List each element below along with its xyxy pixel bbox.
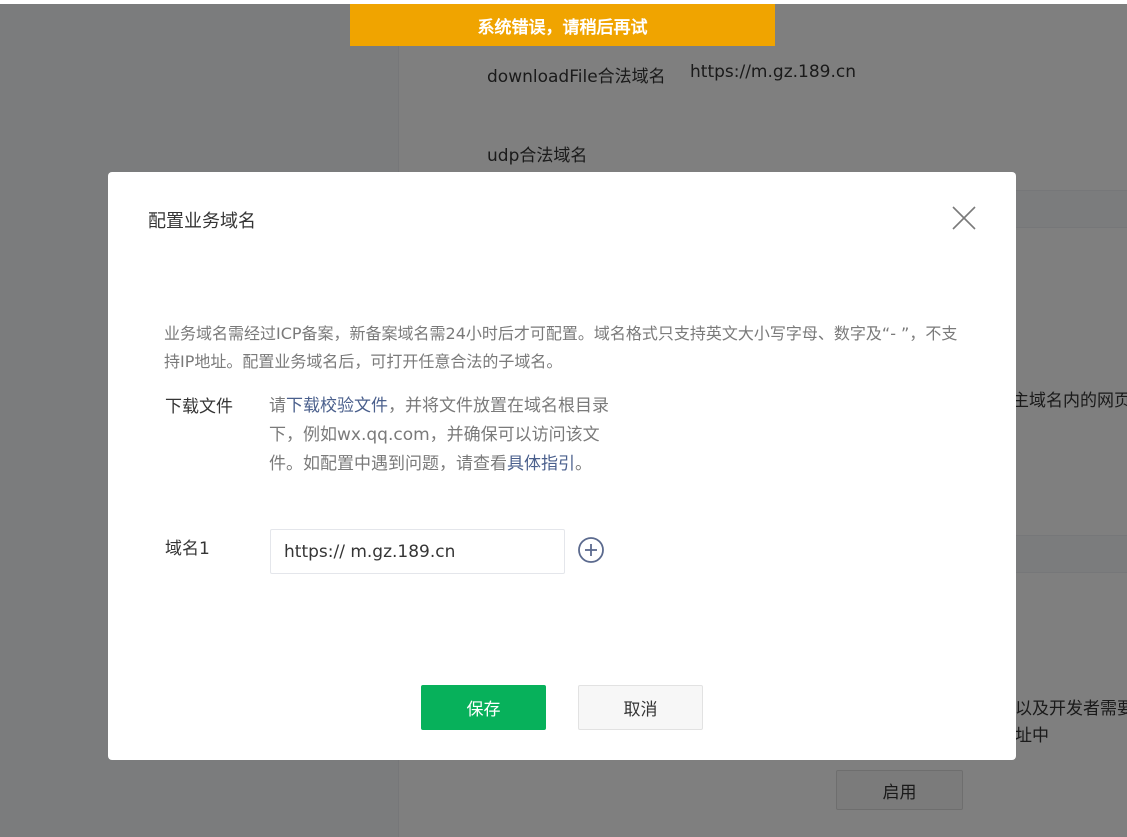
configure-domain-dialog: 配置业务域名 业务域名需经过ICP备案，新备案域名需24小时后才可配置。域名格式… [108, 172, 1016, 760]
add-domain-button[interactable] [577, 536, 605, 564]
download-prefix: 请 [269, 396, 286, 416]
plus-circle-icon [578, 537, 604, 563]
error-toast: 系统错误，请稍后再试 [350, 4, 775, 46]
save-button[interactable]: 保存 [421, 685, 546, 730]
download-verification-file-link[interactable]: 下载校验文件 [286, 396, 388, 416]
cancel-button[interactable]: 取消 [578, 685, 703, 730]
domain-1-input[interactable] [270, 529, 565, 574]
domain-notice: 业务域名需经过ICP备案，新备案域名需24小时后才可配置。域名格式只支持英文大小… [164, 324, 958, 371]
download-suffix: 。 [575, 454, 592, 474]
guide-link[interactable]: 具体指引 [507, 454, 575, 474]
dialog-title: 配置业务域名 [148, 211, 256, 232]
download-description: 请下载校验文件，并将文件放置在域名根目录下，例如wx.qq.com，并确保可以访… [269, 392, 609, 479]
close-button[interactable] [951, 205, 977, 231]
domain-1-label: 域名1 [165, 539, 210, 559]
download-file-label: 下载文件 [165, 397, 233, 417]
error-toast-message: 系统错误，请稍后再试 [477, 17, 648, 38]
close-icon [952, 206, 976, 230]
